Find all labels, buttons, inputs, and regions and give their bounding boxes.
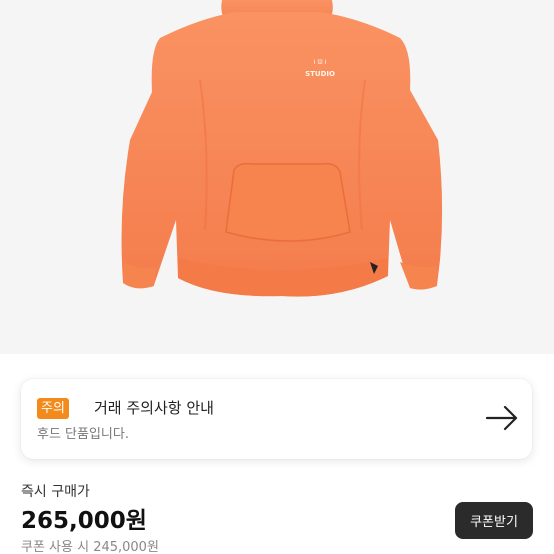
hoodie-illustration: Ꭵ ᗯ Ꭵ STUDIO <box>121 0 443 297</box>
product-image[interactable]: Ꭵ ᗯ Ꭵ STUDIO <box>0 0 554 354</box>
notice-subtitle: 후드 단품입니다. <box>37 427 129 442</box>
hoodie-body <box>121 12 443 297</box>
print-text-bottom: STUDIO <box>305 70 335 78</box>
trade-notice-card[interactable]: 주의 거래 주의사항 안내 후드 단품입니다. <box>21 379 532 459</box>
arrow-right-icon[interactable] <box>485 405 519 435</box>
instant-buy-price-label: 즉시 구매가 <box>21 484 90 500</box>
instant-buy-price: 265,000원 <box>21 508 147 534</box>
front-pocket <box>225 162 351 242</box>
notice-title: 거래 주의사항 안내 <box>94 399 214 417</box>
get-coupon-button[interactable]: 쿠폰받기 <box>455 502 533 539</box>
coupon-price-note: 쿠폰 사용 시 245,000원 <box>21 540 159 554</box>
caution-badge: 주의 <box>37 398 69 419</box>
print-text-top: Ꭵ ᗯ Ꭵ <box>314 58 327 66</box>
